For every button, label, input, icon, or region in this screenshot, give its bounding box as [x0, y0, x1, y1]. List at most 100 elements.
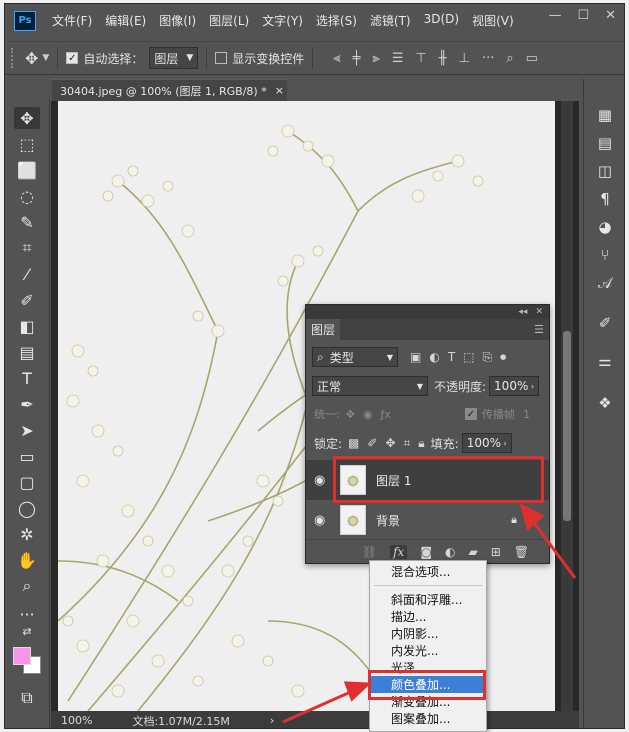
align-left-icon[interactable]: ⫷ — [333, 51, 340, 66]
unify-position-icon[interactable]: ✥ — [346, 408, 355, 421]
zoom-tool-icon[interactable]: ⌕ — [14, 575, 40, 597]
add-layer-style-icon[interactable]: fx — [390, 544, 408, 559]
more-tools-icon[interactable]: ··· — [14, 603, 40, 625]
menu-view[interactable]: 视图(V) — [472, 12, 514, 29]
brushes-icon[interactable]: ✐ — [595, 313, 615, 333]
histogram-icon[interactable]: ▦ — [595, 105, 615, 125]
adjustments-icon[interactable]: ⚌ — [595, 351, 615, 371]
tab-layers[interactable]: 图层 — [306, 319, 340, 340]
eyedropper-tool-icon[interactable]: ⁄ — [14, 263, 40, 285]
lock-artboard-icon[interactable]: ⌗ — [404, 436, 411, 451]
path-select-tool-icon[interactable]: ➤ — [14, 419, 40, 441]
menu-item-pattern-overlay[interactable]: 图案叠加... — [370, 710, 486, 727]
scrollbar-thumb[interactable] — [563, 331, 571, 521]
channels-icon[interactable]: ⑂ — [595, 245, 615, 265]
opacity-input[interactable]: 100% › — [489, 376, 540, 396]
menu-image[interactable]: 图像(I) — [159, 12, 196, 29]
minimize-icon[interactable]: — — [548, 8, 561, 23]
workspace-icon[interactable]: ▭ — [526, 51, 538, 66]
fill-input[interactable]: 100% › — [461, 433, 512, 453]
move-tool-icon[interactable]: ✥ — [14, 107, 40, 129]
swap-colors-icon[interactable]: ⇄ — [14, 623, 40, 639]
lock-transparent-icon[interactable]: ▩ — [348, 436, 359, 450]
align-center-icon[interactable]: ╪ — [353, 51, 361, 66]
properties-icon[interactable]: ◫ — [595, 161, 615, 181]
auto-select-dropdown[interactable]: 图层 ▼ — [149, 47, 199, 69]
ellipse-tool-icon[interactable]: ◯ — [14, 497, 40, 519]
menu-file[interactable]: 文件(F) — [52, 12, 92, 29]
panel-menu-icon[interactable]: ☰ — [534, 323, 544, 336]
link-layers-icon[interactable]: ⛓ — [362, 545, 377, 559]
search-icon[interactable]: ⌕ — [506, 51, 513, 66]
move-tool-icon[interactable]: ✥ — [25, 49, 38, 68]
lock-all-icon[interactable]: 🔒︎ — [418, 436, 424, 451]
options-grip[interactable] — [11, 48, 15, 68]
menu-item-stroke[interactable]: 描边... — [370, 608, 486, 625]
more-icon[interactable]: ··· — [482, 51, 494, 66]
layer-row-background[interactable]: ◉ 背景 🔒︎ — [306, 500, 549, 540]
propagate-frame-checkbox[interactable]: ✓ — [464, 408, 477, 420]
new-layer-icon[interactable]: ⊞ — [491, 545, 501, 559]
color-icon[interactable]: ◕ — [595, 217, 615, 237]
maximize-icon[interactable]: ☐ — [577, 8, 589, 23]
menu-3d[interactable]: 3D(D) — [424, 12, 459, 29]
document-tab[interactable]: 30404.jpeg @ 100% (图层 1, RGB/8) * × — [52, 79, 287, 101]
rounded-rect-tool-icon[interactable]: ▢ — [14, 471, 40, 493]
hand-tool-icon[interactable]: ✋ — [14, 549, 40, 571]
menu-select[interactable]: 选择(S) — [316, 12, 357, 29]
pen-tool-icon[interactable]: ✒ — [14, 393, 40, 415]
align-bottom-icon[interactable]: ⊥ — [459, 51, 470, 66]
glyphs-icon[interactable]: 𝒜 — [595, 273, 615, 293]
brush-tool-icon[interactable]: ✐ — [14, 289, 40, 311]
filter-smart-object-icon[interactable]: ⎘ — [483, 350, 493, 365]
filter-pixel-icon[interactable]: ▣ — [410, 350, 421, 364]
delete-layer-icon[interactable]: 🗑︎ — [514, 545, 529, 559]
filter-shape-icon[interactable]: ⬚ — [463, 350, 474, 364]
menu-item-bevel-emboss[interactable]: 斜面和浮雕... — [370, 591, 486, 608]
text-tool-icon[interactable]: T — [14, 367, 40, 389]
status-arrow[interactable]: › — [270, 714, 274, 727]
styles-icon[interactable]: ❖ — [595, 393, 615, 413]
vertical-scrollbar[interactable] — [561, 101, 573, 711]
lock-image-icon[interactable]: ✐ — [367, 436, 377, 450]
unify-visibility-icon[interactable]: ◉ — [363, 408, 373, 421]
visibility-eye-icon[interactable]: ◉ — [314, 473, 334, 488]
align-right-icon[interactable]: ⫸ — [372, 51, 379, 66]
filter-adjustment-icon[interactable]: ◐ — [429, 350, 439, 364]
align-top-icon[interactable]: ⊤ — [415, 51, 426, 66]
rectangle-tool-icon[interactable]: ▭ — [14, 445, 40, 467]
close-panel-icon[interactable]: ✕ — [535, 307, 543, 317]
menu-item-inner-shadow[interactable]: 内阴影... — [370, 625, 486, 642]
align-middle-icon[interactable]: ╫ — [439, 51, 447, 66]
unify-style-icon[interactable]: ƒx — [381, 408, 391, 421]
lasso-tool-icon[interactable]: ◌ — [14, 185, 40, 207]
crop-tool-icon[interactable]: ⌗ — [14, 237, 40, 259]
close-icon[interactable]: ✕ — [605, 8, 616, 23]
distribute-icon[interactable]: ☰ — [392, 51, 404, 66]
filter-type-dropdown[interactable]: ⌕ 类型 ▼ — [312, 347, 398, 367]
foreground-color-swatch[interactable] — [13, 647, 31, 665]
lock-position-icon[interactable]: ✥ — [385, 436, 395, 450]
blend-mode-dropdown[interactable]: 正常 ▼ — [312, 376, 428, 396]
close-tab-icon[interactable]: × — [275, 84, 284, 97]
auto-select-checkbox[interactable]: ✓ — [66, 52, 79, 64]
adjustment-layer-icon[interactable]: ◐ — [445, 545, 455, 559]
quick-select-tool-icon[interactable]: ✎ — [14, 211, 40, 233]
marquee-tool-icon[interactable]: ⬜ — [14, 159, 40, 181]
filter-text-icon[interactable]: T — [448, 350, 455, 364]
custom-shape-tool-icon[interactable]: ✲ — [14, 523, 40, 545]
menu-item-blending-options[interactable]: 混合选项... — [370, 563, 486, 580]
add-mask-icon[interactable]: ◙ — [420, 545, 432, 559]
eraser-tool-icon[interactable]: ◧ — [14, 315, 40, 337]
gradient-tool-icon[interactable]: ▤ — [14, 341, 40, 363]
libraries-icon[interactable]: ▤ — [595, 133, 615, 153]
filter-toggle-icon[interactable]: ⏺ — [500, 350, 506, 365]
menu-layer[interactable]: 图层(L) — [209, 12, 249, 29]
paragraph-icon[interactable]: ¶ — [595, 189, 615, 209]
menu-edit[interactable]: 编辑(E) — [105, 12, 146, 29]
artboard-tool-icon[interactable]: ⬚ — [14, 133, 40, 155]
show-transform-checkbox[interactable] — [215, 52, 228, 64]
menu-filter[interactable]: 滤镜(T) — [370, 12, 411, 29]
new-group-icon[interactable]: ▰ — [468, 545, 477, 559]
menu-item-inner-glow[interactable]: 内发光... — [370, 642, 486, 659]
